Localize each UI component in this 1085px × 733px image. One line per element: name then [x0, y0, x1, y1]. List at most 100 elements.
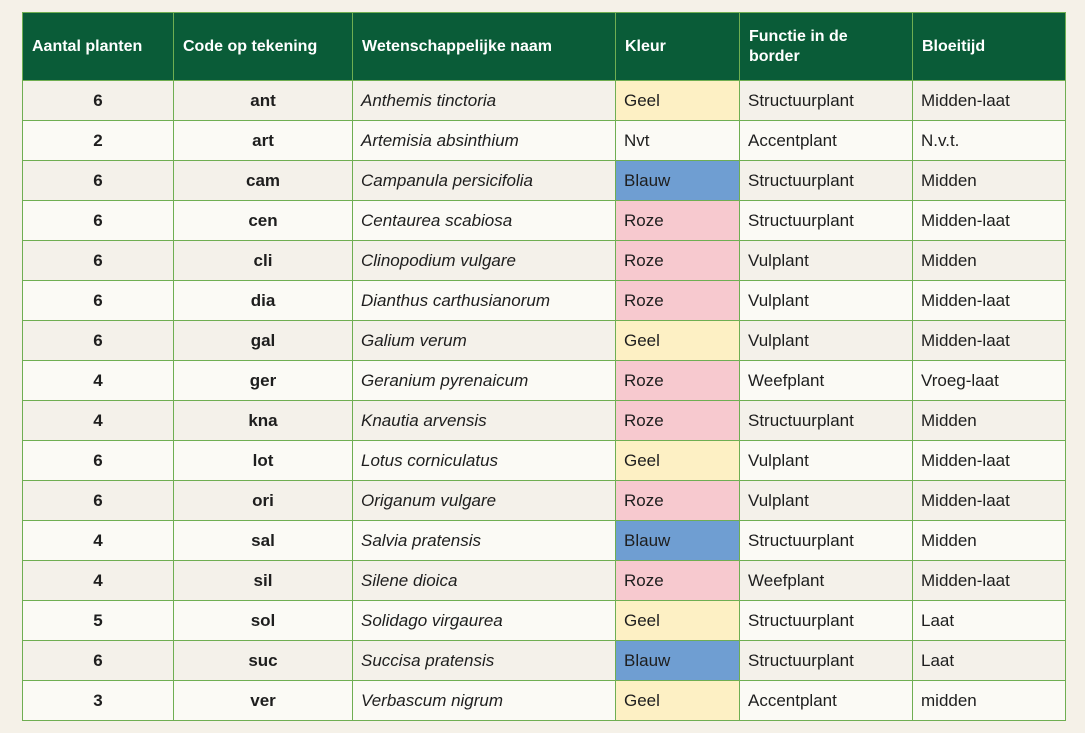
cell-naam: Verbascum nigrum — [352, 680, 616, 721]
table-row: 6 gal Galium verum Geel Vulplant Midden-laat — [22, 320, 1066, 361]
cell-functie: Structuurplant — [739, 160, 913, 201]
cell-naam: Origanum vulgare — [352, 480, 616, 521]
cell-bloeitijd: N.v.t. — [912, 120, 1066, 161]
table-row: 6 cen Centaurea scabiosa Roze Structuurplant… — [22, 200, 1066, 241]
cell-functie: Accentplant — [739, 680, 913, 721]
cell-bloeitijd: Midden — [912, 240, 1066, 281]
header-kleur: Kleur — [615, 12, 740, 81]
table-row: 2 art Artemisia absinthium Nvt Accentplant N.… — [22, 120, 1066, 161]
cell-code: ver — [173, 680, 353, 721]
cell-code: ger — [173, 360, 353, 401]
cell-bloeitijd: Midden — [912, 400, 1066, 441]
cell-bloeitijd: Midden-laat — [912, 200, 1066, 241]
cell-naam: Galium verum — [352, 320, 616, 361]
table-row: 6 lot Lotus corniculatus Geel Vulplant Midden… — [22, 440, 1066, 481]
cell-bloeitijd: midden — [912, 680, 1066, 721]
table-header: Aantal planten Code op tekening Wetensch… — [22, 12, 1066, 81]
cell-kleur: Blauw — [615, 640, 740, 681]
cell-functie: Vulplant — [739, 240, 913, 281]
table-row: 6 cli Clinopodium vulgare Roze Vulplant Midde… — [22, 240, 1066, 281]
header-row: Aantal planten Code op tekening Wetensch… — [22, 12, 1066, 81]
cell-kleur: Roze — [615, 560, 740, 601]
cell-aantal: 5 — [22, 600, 174, 641]
table-row: 6 cam Campanula persicifolia Blauw Structuur… — [22, 160, 1066, 201]
cell-naam: Salvia pratensis — [352, 520, 616, 561]
cell-aantal: 4 — [22, 360, 174, 401]
cell-kleur: Geel — [615, 80, 740, 121]
cell-kleur: Blauw — [615, 520, 740, 561]
cell-kleur: Blauw — [615, 160, 740, 201]
cell-functie: Accentplant — [739, 120, 913, 161]
cell-code: sil — [173, 560, 353, 601]
header-bloeitijd: Bloeitijd — [912, 12, 1066, 81]
cell-code: sol — [173, 600, 353, 641]
plant-table-container: Aantal planten Code op tekening Wetensch… — [22, 12, 1066, 721]
table-row: 6 dia Dianthus carthusianorum Roze Vulplant M… — [22, 280, 1066, 321]
cell-functie: Structuurplant — [739, 640, 913, 681]
cell-naam: Lotus corniculatus — [352, 440, 616, 481]
table-row: 4 sil Silene dioica Roze Weefplant Midden-laa… — [22, 560, 1066, 601]
cell-code: art — [173, 120, 353, 161]
header-functie: Functie in de border — [739, 12, 913, 81]
cell-bloeitijd: Laat — [912, 640, 1066, 681]
cell-bloeitijd: Midden-laat — [912, 480, 1066, 521]
cell-naam: Centaurea scabiosa — [352, 200, 616, 241]
header-aantal: Aantal planten — [22, 12, 174, 81]
cell-aantal: 6 — [22, 280, 174, 321]
cell-bloeitijd: Midden-laat — [912, 320, 1066, 361]
cell-functie: Weefplant — [739, 360, 913, 401]
table-row: 6 ant Anthemis tinctoria Geel Structuurplant… — [22, 80, 1066, 121]
header-code: Code op tekening — [173, 12, 353, 81]
cell-code: gal — [173, 320, 353, 361]
cell-bloeitijd: Midden-laat — [912, 440, 1066, 481]
cell-aantal: 6 — [22, 160, 174, 201]
cell-kleur: Roze — [615, 240, 740, 281]
cell-naam: Dianthus carthusianorum — [352, 280, 616, 321]
cell-code: cam — [173, 160, 353, 201]
cell-kleur: Geel — [615, 320, 740, 361]
cell-functie: Vulplant — [739, 440, 913, 481]
cell-kleur: Roze — [615, 280, 740, 321]
cell-kleur: Geel — [615, 680, 740, 721]
cell-aantal: 6 — [22, 240, 174, 281]
cell-functie: Structuurplant — [739, 200, 913, 241]
cell-kleur: Nvt — [615, 120, 740, 161]
cell-aantal: 3 — [22, 680, 174, 721]
cell-functie: Structuurplant — [739, 80, 913, 121]
table-row: 6 ori Origanum vulgare Roze Vulplant Midden-l… — [22, 480, 1066, 521]
cell-aantal: 4 — [22, 520, 174, 561]
table-row: 4 sal Salvia pratensis Blauw Structuurplant M… — [22, 520, 1066, 561]
cell-code: ant — [173, 80, 353, 121]
cell-naam: Silene dioica — [352, 560, 616, 601]
cell-functie: Weefplant — [739, 560, 913, 601]
cell-aantal: 2 — [22, 120, 174, 161]
cell-bloeitijd: Midden-laat — [912, 560, 1066, 601]
cell-functie: Structuurplant — [739, 400, 913, 441]
cell-aantal: 6 — [22, 440, 174, 481]
table-row: 6 suc Succisa pratensis Blauw Structuurplant… — [22, 640, 1066, 681]
cell-naam: Knautia arvensis — [352, 400, 616, 441]
cell-kleur: Roze — [615, 480, 740, 521]
cell-bloeitijd: Midden — [912, 160, 1066, 201]
cell-naam: Succisa pratensis — [352, 640, 616, 681]
table-body: 6 ant Anthemis tinctoria Geel Structuurplant… — [22, 80, 1066, 721]
cell-kleur: Geel — [615, 600, 740, 641]
cell-code: cli — [173, 240, 353, 281]
cell-naam: Geranium pyrenaicum — [352, 360, 616, 401]
table-row: 5 sol Solidago virgaurea Geel Structuurplant… — [22, 600, 1066, 641]
table-row: 4 kna Knautia arvensis Roze Structuurplant Mi… — [22, 400, 1066, 441]
cell-code: suc — [173, 640, 353, 681]
cell-naam: Artemisia absinthium — [352, 120, 616, 161]
cell-aantal: 4 — [22, 560, 174, 601]
cell-aantal: 6 — [22, 200, 174, 241]
cell-aantal: 6 — [22, 80, 174, 121]
cell-bloeitijd: Midden — [912, 520, 1066, 561]
cell-functie: Vulplant — [739, 280, 913, 321]
cell-naam: Clinopodium vulgare — [352, 240, 616, 281]
header-naam: Wetenschappelijke naam — [352, 12, 616, 81]
cell-code: sal — [173, 520, 353, 561]
cell-code: dia — [173, 280, 353, 321]
cell-bloeitijd: Laat — [912, 600, 1066, 641]
cell-naam: Campanula persicifolia — [352, 160, 616, 201]
cell-kleur: Geel — [615, 440, 740, 481]
